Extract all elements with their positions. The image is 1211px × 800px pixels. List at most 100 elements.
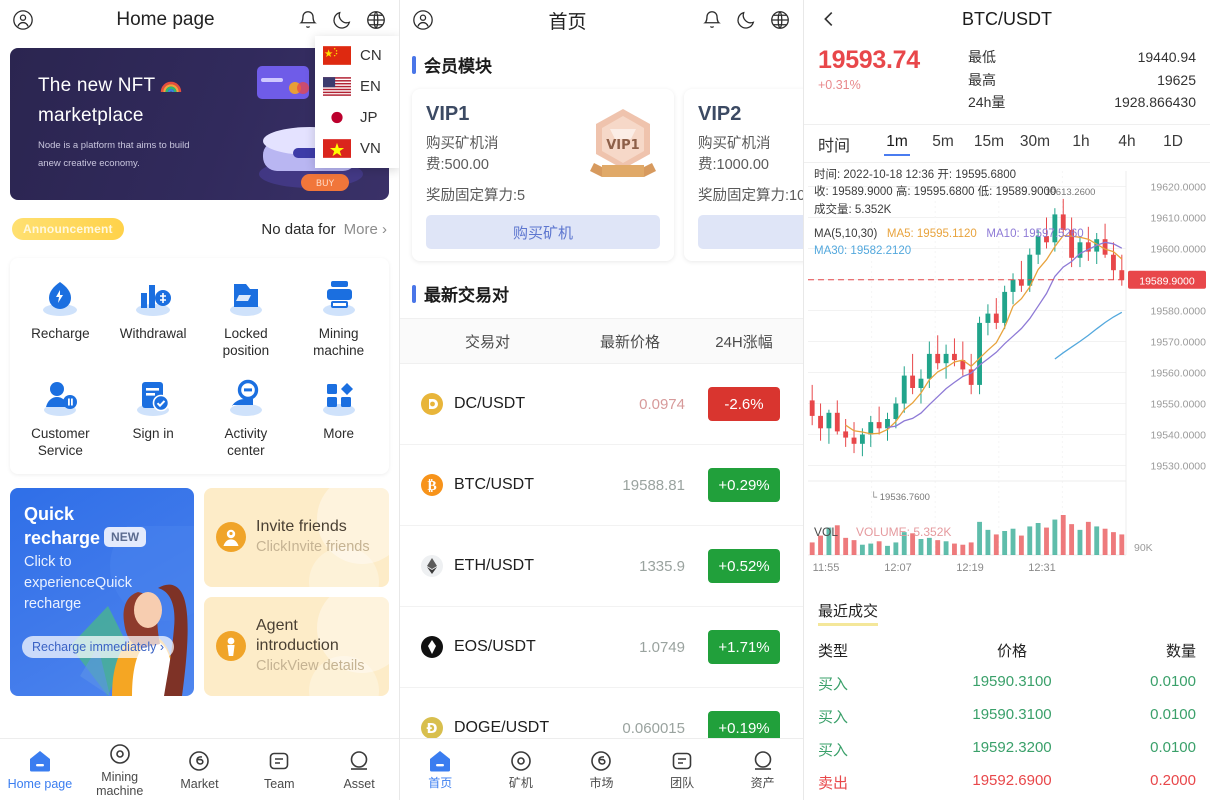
grid-item-withdrawal[interactable]: Withdrawal: [107, 274, 200, 360]
tab-1d[interactable]: 1D: [1150, 133, 1196, 154]
th-change: 24H涨幅: [715, 333, 773, 351]
recent-trades: 最近成交 类型 价格 数量 买入 19590.3100 0.0100 买入 19…: [804, 600, 1210, 800]
ma-label: MA(5,10,30): [814, 227, 878, 240]
stat-high: 最高 19625: [968, 69, 1196, 92]
btc-coin-icon: ₿: [420, 473, 444, 497]
recent-trades-header: 类型 价格 数量: [818, 640, 1196, 661]
lang-option-cn[interactable]: CN: [315, 40, 399, 71]
grid-label: Customer Service: [31, 425, 90, 458]
quote-stats: 最低 19440.94 最高 19625 24h量 1928.866430: [968, 46, 1196, 114]
grid-item-activity-center[interactable]: Activity center: [200, 374, 293, 460]
tab-4h[interactable]: 4h: [1104, 133, 1150, 154]
moon-icon[interactable]: [331, 9, 353, 31]
nav-asset[interactable]: Asset: [319, 748, 399, 791]
bell-icon[interactable]: [701, 9, 723, 31]
section-accent-bar: [412, 55, 416, 74]
nav-home-page[interactable]: Home page: [0, 748, 80, 791]
panel1-bottom-nav: Home page Mining machine Market Team Ass…: [0, 738, 399, 800]
invite-friends-icon: [216, 522, 246, 552]
user-circle-icon[interactable]: [412, 9, 434, 31]
nav-market-cn[interactable]: 市场: [561, 748, 642, 791]
vip-cost: 购买矿机消费:500.00: [426, 136, 499, 174]
quick-recharge-card[interactable]: Quick recharge NEW Click to experienceQui…: [10, 487, 194, 696]
table-row[interactable]: ₿ BTC/USDT 19588.81 +0.29%: [400, 445, 803, 527]
announcement-badge: Announcement: [12, 218, 124, 240]
announcement-row[interactable]: Announcement No data for More ›: [12, 214, 387, 244]
lang-option-vn[interactable]: VN: [315, 133, 399, 164]
topbar-icons: [701, 9, 791, 31]
user-circle-icon[interactable]: [12, 9, 34, 31]
tab-5m[interactable]: 5m: [920, 133, 966, 154]
tab-15m[interactable]: 15m: [966, 133, 1012, 154]
vip-card-1[interactable]: VIP1 VIP1 购买矿机消费:500.00 奖励固定算力:5 购买矿机: [412, 89, 674, 262]
vip1-buy-button[interactable]: 购买矿机: [426, 215, 660, 250]
stat-volume-label: 24h量: [968, 94, 1006, 111]
globe-icon[interactable]: [769, 9, 791, 31]
th-pair: 交易对: [464, 333, 510, 351]
ohlc-line3: 成交量: 5.352K: [814, 203, 892, 216]
tab-1m[interactable]: 1m: [874, 133, 920, 154]
stat-low: 最低 19440.94: [968, 46, 1196, 69]
agent-introduction-text: Agent introduction ClickView details: [256, 616, 377, 675]
nav-mining-cn[interactable]: 矿机: [481, 748, 562, 791]
grid-label: More: [323, 425, 354, 441]
timeframe-label: 时间: [818, 137, 851, 155]
flag-japan-icon: [323, 108, 351, 127]
tab-30m[interactable]: 30m: [1012, 133, 1058, 154]
pair-change-cell: +0.52%: [685, 549, 803, 584]
nav-team-cn[interactable]: 团队: [642, 748, 723, 791]
table-row[interactable]: DC/USDT 0.0974 -2.6%: [400, 364, 803, 446]
stat-low-label: 最低: [968, 49, 996, 65]
nav-market[interactable]: Market: [160, 748, 240, 791]
grid-item-mining-machine[interactable]: Mining machine: [292, 274, 385, 360]
lang-option-en[interactable]: EN: [315, 71, 399, 102]
table-row[interactable]: ETH/USDT 1335.9 +0.52%: [400, 526, 803, 608]
th-price: 价格: [996, 643, 1027, 660]
pairs-section-header: 最新交易对: [412, 281, 803, 306]
bell-icon[interactable]: [297, 9, 319, 31]
team-icon: [669, 748, 695, 774]
trade-type: 卖出: [818, 775, 849, 792]
trade-price: 19592.6900: [972, 772, 1052, 789]
invite-friends-card[interactable]: Invite friends ClickInvite friends: [204, 487, 389, 587]
globe-icon[interactable]: [365, 9, 387, 31]
announcement-more-link[interactable]: More ›: [344, 221, 387, 238]
grid-item-locked-position[interactable]: Locked position: [200, 274, 293, 360]
vip1-medal-icon: VIP1: [590, 109, 656, 177]
table-header-row: 交易对 最新价格 24H涨幅: [400, 318, 803, 365]
moon-icon[interactable]: [735, 9, 757, 31]
vip2-buy-button[interactable]: 购买: [698, 215, 803, 250]
grid-item-recharge[interactable]: Recharge: [14, 274, 107, 360]
nav-mining-machine[interactable]: Mining machine: [80, 741, 160, 799]
lang-option-jp[interactable]: JP: [315, 102, 399, 133]
nav-label: 矿机: [508, 776, 533, 791]
rainbow-icon: [160, 74, 182, 102]
recharge-immediately-button[interactable]: Recharge immediately ›: [22, 635, 174, 658]
grid-item-customer-service[interactable]: Customer Service: [14, 374, 107, 460]
grid-item-sign-in[interactable]: Sign in: [107, 374, 200, 460]
nav-asset-cn[interactable]: 资产: [722, 748, 803, 791]
pairs-section-title: 最新交易对: [424, 286, 509, 306]
grid-item-more[interactable]: More: [292, 374, 385, 460]
svg-text:19530.0000: 19530.0000: [1151, 461, 1207, 473]
trade-row: 买入 19592.3200 0.0100: [818, 739, 1196, 760]
agent-introduction-card[interactable]: Agent introduction ClickView details: [204, 596, 389, 696]
trade-amount: 0.0100: [1150, 739, 1196, 756]
change-badge: -2.6%: [708, 387, 780, 422]
grid-label: Mining machine: [313, 326, 365, 358]
member-section-title: 会员模块: [424, 57, 492, 76]
change-badge: +0.29%: [708, 468, 780, 503]
vol-value: VOLUME: 5.352K: [856, 525, 952, 540]
nav-team[interactable]: Team: [239, 748, 319, 791]
language-dropdown[interactable]: CN EN JP VN: [315, 36, 399, 168]
mining-machine-icon: [313, 274, 365, 322]
trade-amount: 0.0100: [1150, 706, 1196, 723]
tab-1h[interactable]: 1h: [1058, 133, 1104, 154]
doge-coin-icon: Ð: [420, 716, 444, 740]
vip-card-2[interactable]: VIP2 购买矿机消费:1000.00 奖励固定算力:10 购买: [684, 89, 803, 262]
grid-label: Activity center: [224, 425, 268, 458]
table-row[interactable]: EOS/USDT 1.0749 +1.71%: [400, 607, 803, 689]
candlestick-chart[interactable]: 19620.000019610.000019600.000019590.0000…: [804, 163, 1210, 583]
nav-home-cn[interactable]: 首页: [400, 748, 481, 791]
svg-text:19540.0000: 19540.0000: [1151, 430, 1207, 442]
